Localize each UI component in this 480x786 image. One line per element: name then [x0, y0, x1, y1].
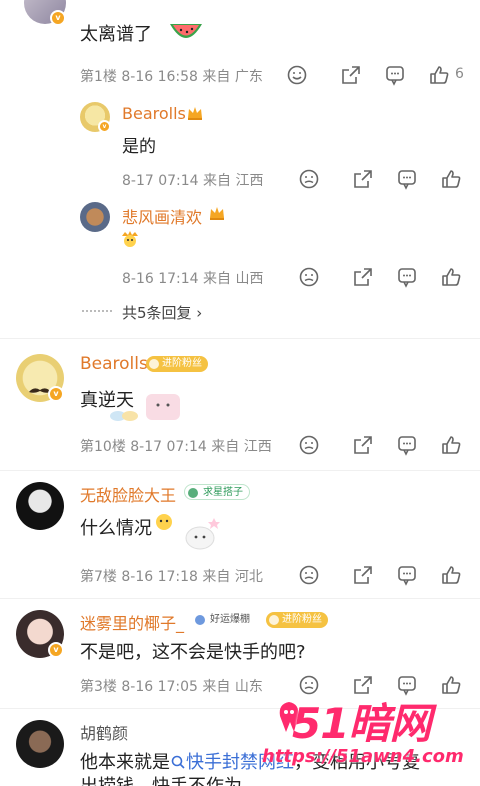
share-icon[interactable] — [352, 168, 374, 190]
fan-level-badge-label: 进阶粉丝 — [162, 358, 202, 369]
like-icon[interactable] — [428, 64, 450, 86]
watermark: 51暗网 https://51awn4.com — [262, 690, 480, 786]
comment-text: 不是吧，这不会是快手的吧? — [80, 642, 306, 663]
verified-badge-icon: v — [48, 642, 64, 658]
reply-text: 是的 — [122, 137, 156, 157]
reply-meta: 8-17 07:14 来自 江西 — [122, 173, 264, 189]
comment-icon[interactable] — [384, 64, 406, 86]
smile-icon[interactable] — [298, 434, 320, 456]
more-replies-link[interactable]: 共5条回复 › — [122, 302, 202, 323]
mustache-icon — [28, 380, 52, 393]
share-icon[interactable] — [352, 564, 374, 586]
fan-level-badge: 进阶粉丝 — [266, 612, 328, 628]
divider — [0, 470, 480, 471]
reply-item: v Bearolls 是的 8-17 07:14 来自 江西 — [0, 96, 480, 196]
divider — [0, 338, 480, 339]
search-icon — [170, 754, 186, 770]
comment-icon[interactable] — [396, 434, 418, 456]
good-luck-badge: 好运爆棚 — [192, 612, 256, 628]
comment-meta: 第7楼 8-16 17:18 来自 河北 — [80, 569, 263, 585]
share-icon[interactable] — [340, 64, 362, 86]
watermark-url: https://51awn4.com — [262, 746, 464, 767]
smile-icon[interactable] — [298, 564, 320, 586]
reply-meta: 8-16 17:14 来自 山西 — [122, 271, 264, 287]
comment-username[interactable]: Bearolls — [80, 354, 148, 374]
good-luck-badge-label: 好运爆棚 — [210, 614, 250, 625]
like-icon[interactable] — [440, 434, 462, 456]
comment-floor-10: v Bearolls 进阶粉丝 真逆天 第10楼 8-17 07:14 来自 江… — [0, 344, 480, 464]
comment-username[interactable]: 迷雾里的椰子_ — [80, 610, 184, 634]
comment-text: 太离谱了 — [80, 24, 152, 45]
comment-username[interactable]: 无敌脸脸大王 — [80, 482, 176, 506]
comment-meta: 第3楼 8-16 17:05 来自 山东 — [80, 679, 263, 695]
comment-text: 什么情况 — [80, 518, 152, 539]
reply-item: 悲风画清欢 8-16 17:14 来自 山西 — [0, 198, 480, 294]
divider — [0, 598, 480, 599]
avatar[interactable] — [16, 720, 64, 768]
reply-username[interactable]: Bearolls — [122, 104, 186, 123]
crown-icon — [186, 104, 204, 122]
verified-badge-icon: v — [50, 10, 66, 26]
like-icon[interactable] — [440, 168, 462, 190]
fan-level-badge-label: 进阶粉丝 — [282, 614, 322, 625]
comment-username[interactable]: 胡鹤颜 — [80, 720, 128, 744]
star-partner-badge-label: 求星搭子 — [203, 487, 243, 498]
watermark-logo: 51暗网 — [292, 699, 431, 748]
comment-icon[interactable] — [396, 168, 418, 190]
avatar[interactable] — [16, 482, 64, 530]
share-icon[interactable] — [352, 266, 374, 288]
sticker-image — [104, 390, 186, 424]
verified-badge-icon: v — [98, 120, 111, 133]
avatar[interactable] — [80, 202, 110, 232]
comment-meta: 第1楼 8-16 16:58 来自 广东 — [80, 69, 263, 85]
fan-level-badge: 进阶粉丝 — [146, 356, 208, 372]
sticker-image — [154, 508, 222, 554]
comment-meta: 第10楼 8-17 07:14 来自 江西 — [80, 439, 272, 455]
reply-username[interactable]: 悲风画清欢 — [122, 204, 202, 228]
smile-icon[interactable] — [298, 168, 320, 190]
comment-text-line2: 出捞钱，快手不作为 — [80, 772, 242, 786]
share-icon[interactable] — [352, 434, 374, 456]
smile-icon[interactable] — [298, 266, 320, 288]
comment-floor-7: 无敌脸脸大王 求星搭子 什么情况 第7楼 8-16 17:18 来自 河北 — [0, 474, 480, 592]
like-icon[interactable] — [440, 564, 462, 586]
star-partner-badge: 求星搭子 — [184, 484, 250, 500]
smile-icon[interactable] — [286, 64, 308, 86]
comment-text-part: 他本来就是 — [80, 752, 170, 773]
comment-icon[interactable] — [396, 266, 418, 288]
sticker-emoji-icon — [120, 230, 140, 248]
more-replies-dots — [82, 310, 112, 312]
crown-icon — [208, 204, 226, 222]
verified-badge-icon: v — [48, 386, 64, 402]
like-icon[interactable] — [440, 266, 462, 288]
comment-icon[interactable] — [396, 564, 418, 586]
comment-floor-1: v 太离谱了 第1楼 8-16 16:58 来自 广东 6 — [0, 0, 480, 92]
watermelon-emoji-icon — [168, 22, 204, 44]
like-count: 6 — [455, 66, 464, 82]
